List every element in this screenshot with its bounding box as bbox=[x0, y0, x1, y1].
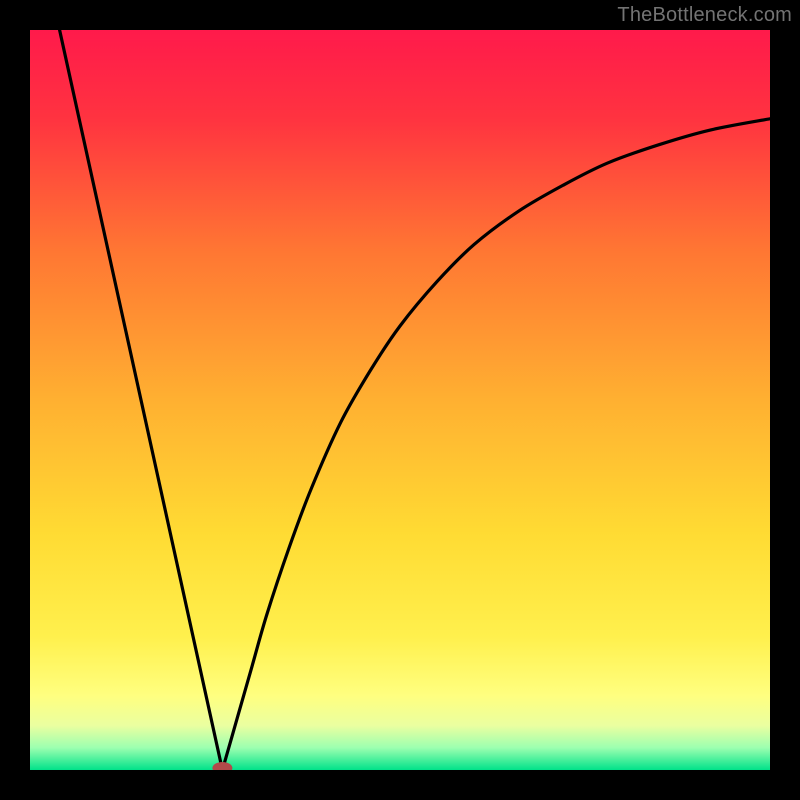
chart-frame: TheBottleneck.com bbox=[0, 0, 800, 800]
watermark-text: TheBottleneck.com bbox=[617, 4, 792, 27]
bottleneck-curve-chart bbox=[30, 30, 770, 770]
plot-area bbox=[30, 30, 770, 770]
